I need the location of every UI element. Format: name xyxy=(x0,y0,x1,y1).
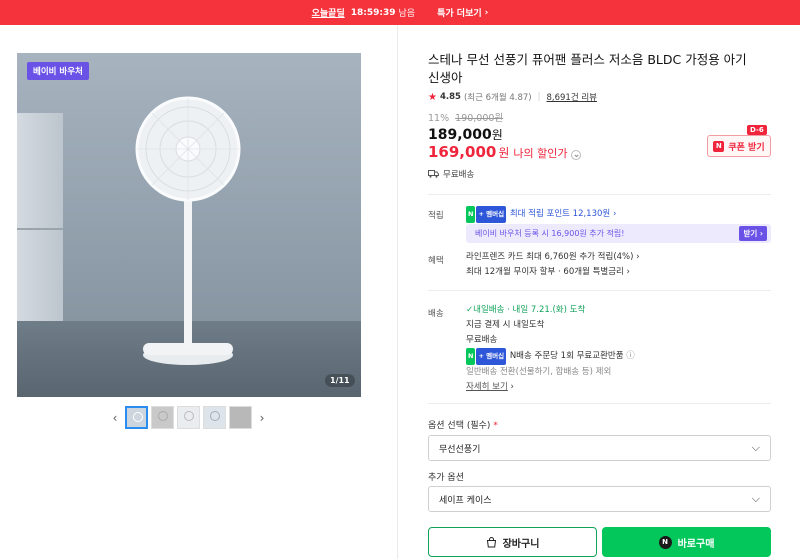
fan-illustration xyxy=(135,96,241,365)
membership-plus-icon: + 멤버십 xyxy=(476,206,507,223)
delivery-info: ✓내일배송 · 내일 7.21.(화) 도착 지금 결제 시 내일도착 무료배송… xyxy=(466,303,635,395)
sale-price: 189,000원 xyxy=(428,126,503,143)
chevron-down-icon: ⌵ xyxy=(751,441,760,454)
npay-icon: N xyxy=(466,348,476,365)
thumbnail-1[interactable] xyxy=(125,406,148,429)
thumbnail-5[interactable] xyxy=(229,406,252,429)
benefit-installment-text: 최대 12개월 무이자 할부 · 60개월 특별금리 xyxy=(466,267,624,277)
max-point-text: 최대 적립 포인트 12,130원 xyxy=(509,209,611,219)
points-row[interactable]: N + 멤버십 최대 적립 포인트 12,130원 › xyxy=(466,206,616,223)
star-icon: ★ xyxy=(428,91,437,103)
voucher-text: 베이비 바우처 등록 시 16,900원 추가 적립! xyxy=(475,229,625,238)
delivery-details-label: 자세히 보기 xyxy=(466,382,508,392)
naver-n-icon: N xyxy=(713,140,725,152)
rating-recent: (최근 6개월 4.87) xyxy=(463,93,532,103)
review-count-link[interactable]: 8,691건 리뷰 xyxy=(546,91,597,103)
required-option-label: 옵션 선택 (필수) * xyxy=(428,418,498,431)
shopping-bag-icon xyxy=(486,536,496,547)
divider xyxy=(428,403,771,404)
my-price-label: 나의 할인가 xyxy=(513,147,568,160)
fast-delivery-label: 내일배송 xyxy=(473,305,505,315)
add-to-cart-button[interactable]: 장바구니 xyxy=(428,527,597,557)
voucher-banner[interactable]: 베이비 바우처 등록 시 16,900원 추가 적립! 받기 › xyxy=(466,224,771,243)
delivery-line-5: 일반배송 전환(선물하기, 합배송 등) 제외 xyxy=(466,367,612,377)
required-option-value: 무선선풍기 xyxy=(439,444,481,455)
voucher-get-button[interactable]: 받기 › xyxy=(739,226,767,241)
thumbnail-2[interactable] xyxy=(151,406,174,429)
delivery-line-3: 무료배송 xyxy=(466,335,498,345)
sale-price-unit: 원 xyxy=(491,128,503,142)
coupon-button[interactable]: N 쿠폰 받기 xyxy=(707,135,771,157)
column-divider xyxy=(397,25,398,559)
baby-voucher-badge: 베이비 바우처 xyxy=(27,62,89,80)
original-price: 190,000원 xyxy=(455,113,504,124)
thumbnail-strip: ‹ › xyxy=(108,406,269,429)
extra-option-label: 추가 옵션 xyxy=(428,473,464,483)
required-mark: * xyxy=(493,421,498,431)
return-policy-text: N배송 주문당 1회 무료교환반품 xyxy=(509,351,624,361)
fast-delivery-tag: ✓내일배송 xyxy=(466,305,505,315)
voucher-get-label: 받기 xyxy=(743,229,758,238)
chevron-right-icon: › xyxy=(484,7,489,18)
product-main-image[interactable] xyxy=(17,53,361,397)
rating-score: 4.85 xyxy=(439,92,461,102)
my-price-value: 169,000 xyxy=(428,143,497,161)
buy-now-button[interactable]: N 바로구매 xyxy=(602,527,771,557)
benefit-installment-link[interactable]: 최대 12개월 무이자 할부 · 60개월 특별금리 › xyxy=(466,265,640,280)
next-image-button[interactable]: › xyxy=(255,411,269,425)
deal-more-label: 특가 더보기 xyxy=(437,9,482,19)
prev-image-button[interactable]: ‹ xyxy=(108,411,122,425)
arrival-date: · 내일 7.21.(화) 도착 xyxy=(507,305,586,315)
deal-timer-suffix: 남음 xyxy=(398,9,416,19)
coupon-label: 쿠폰 받기 xyxy=(728,142,765,153)
discount-percent: 11% xyxy=(428,113,450,124)
extra-option-select[interactable]: 세이프 케이스 ⌵ xyxy=(428,486,771,512)
required-option-text: 옵션 선택 (필수) xyxy=(428,421,491,431)
naver-n-icon: N xyxy=(658,535,672,549)
thumbnail-4[interactable] xyxy=(203,406,226,429)
deal-banner[interactable]: 오늘끝딜 18:59:39 남음 특가 더보기 › xyxy=(0,0,800,25)
npay-icon: N xyxy=(466,206,476,223)
required-option-select[interactable]: 무선선풍기 ⌵ xyxy=(428,435,771,461)
image-counter: 1/11 xyxy=(325,374,355,387)
delivery-line-2: 지금 결제 시 내일도착 xyxy=(466,320,545,330)
add-to-cart-label: 장바구니 xyxy=(502,538,540,550)
rating-row: ★ 4.85 (최근 6개월 4.87) | 8,691건 리뷰 xyxy=(428,91,597,104)
extra-option-value: 세이프 케이스 xyxy=(439,495,492,506)
benefit-card-link[interactable]: 라인프렌즈 카드 최대 6,760원 추가 적립(4%) › xyxy=(466,250,640,265)
points-label: 적립 xyxy=(428,211,444,221)
my-price-unit: 원 xyxy=(498,146,510,160)
chevron-right-icon: › xyxy=(612,209,617,219)
benefits-list: 라인프렌즈 카드 최대 6,760원 추가 적립(4%) › 최대 12개월 무… xyxy=(466,250,640,280)
deal-brand: 오늘끝딜 xyxy=(311,9,345,19)
info-icon[interactable]: ⓘ xyxy=(626,351,635,361)
membership-plus-icon: + 멤버십 xyxy=(476,348,507,365)
buy-now-label: 바로구매 xyxy=(677,538,715,550)
chevron-down-icon: ⌵ xyxy=(751,492,760,505)
coupon-dday-badge: D-6 xyxy=(747,125,767,135)
shipping-note: 무료배송 xyxy=(428,168,474,180)
delivery-details-link[interactable]: 자세히 보기 › xyxy=(466,380,635,395)
deal-timer: 18:59:39 xyxy=(350,7,396,18)
shipping-note-label: 무료배송 xyxy=(443,170,475,180)
chevron-down-icon: ⌄ xyxy=(571,150,582,160)
truck-icon xyxy=(428,170,439,178)
divider xyxy=(428,290,771,291)
discount-line: 11% 190,000원 xyxy=(428,110,503,124)
benefit-card-text: 라인프렌즈 카드 최대 6,760원 추가 적립(4%) xyxy=(466,252,634,262)
product-title: 스테나 무선 선풍기 퓨어팬 플러스 저소음 BLDC 가정용 아기 신생아 xyxy=(428,52,747,85)
benefits-label: 혜택 xyxy=(428,256,444,266)
separator: | xyxy=(537,92,541,102)
sale-price-value: 189,000 xyxy=(428,127,492,143)
divider xyxy=(428,194,771,195)
deal-more-link[interactable]: 특가 더보기 › xyxy=(437,6,489,20)
delivery-label: 배송 xyxy=(428,309,444,319)
thumbnail-3[interactable] xyxy=(177,406,200,429)
my-discount-price[interactable]: 169,000 원 나의 할인가 ⌄ xyxy=(428,143,582,161)
